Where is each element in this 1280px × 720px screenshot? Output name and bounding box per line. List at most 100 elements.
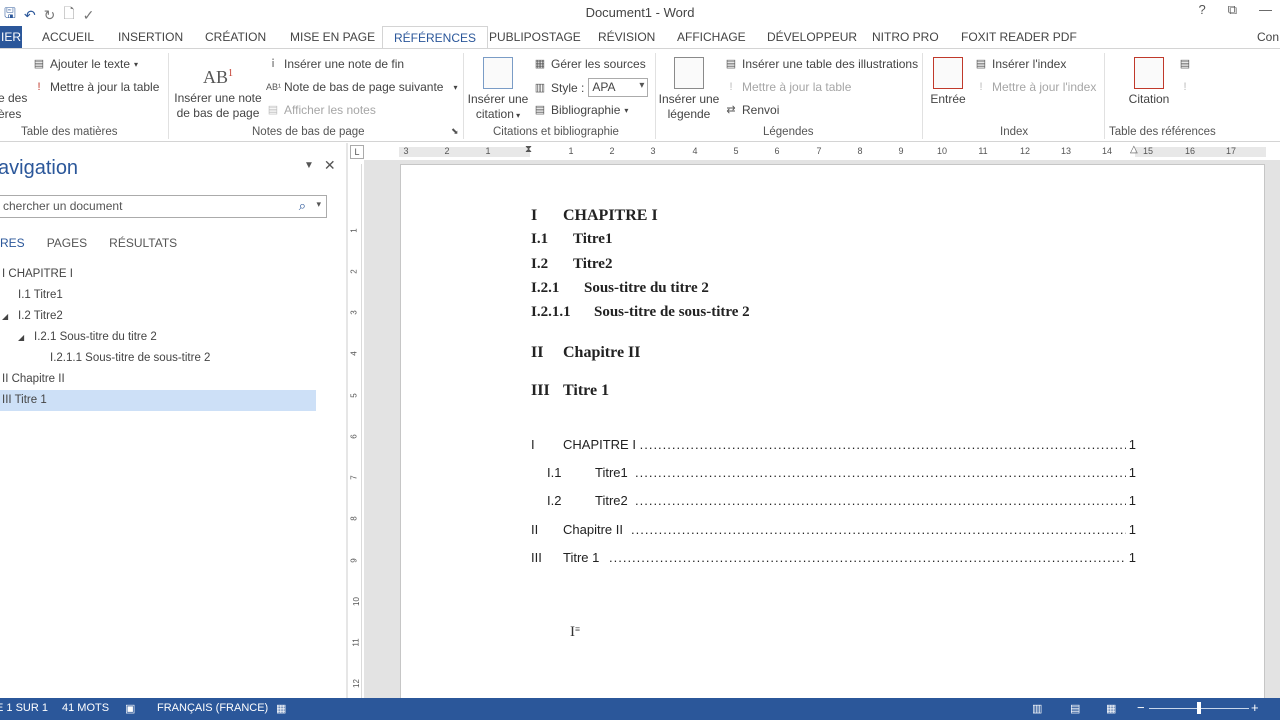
style-dropdown[interactable]: APA (588, 78, 649, 97)
update-toc-button[interactable]: ! Mettre à jour la table (32, 80, 159, 94)
nav-heading-item[interactable]: I.2.1.1 Sous-titre de sous-titre 2 (0, 348, 316, 369)
close-icon[interactable]: ✕ (324, 157, 336, 174)
help-icon[interactable]: ? (1198, 2, 1205, 18)
nav-tab-results[interactable]: RÉSULTATS (109, 236, 177, 250)
web-layout-icon[interactable]: ▦ (1106, 702, 1116, 715)
right-indent-marker-icon[interactable]: △ (1130, 144, 1138, 155)
tab-mise-en-page[interactable]: MISE EN PAGE (290, 26, 375, 49)
vertical-ruler[interactable]: 1 2 3 4 5 6 7 8 9 10 11 12 (350, 164, 362, 698)
tab-creation[interactable]: CRÉATION (205, 26, 266, 49)
mark-citation-button[interactable]: Citation (1124, 57, 1174, 107)
word-count[interactable]: 41 MOTS (62, 702, 109, 714)
toc-number: I.2 (547, 493, 562, 508)
nav-heading-item[interactable]: ◢ I.2.1 Sous-titre du titre 2 (0, 327, 316, 348)
macro-record-icon[interactable]: ▦ (276, 702, 286, 715)
style-selector[interactable]: ▥ Style : APA (533, 78, 649, 97)
tab-references[interactable]: RÉFÉRENCES (382, 26, 489, 49)
toc-entry[interactable]: III ....................................… (531, 550, 1136, 568)
toc-entry[interactable]: II .....................................… (531, 522, 1136, 540)
ruler-number: 1 (568, 146, 574, 156)
search-icon[interactable]: ⌕ (299, 198, 306, 214)
update-table-figures-button[interactable]: ! Mettre à jour la table (724, 80, 851, 94)
show-notes-button[interactable]: ▤ Afficher les notes (266, 103, 376, 117)
add-text-button[interactable]: ▤ Ajouter le texte ▾ (32, 57, 138, 71)
insert-endnote-button[interactable]: ⅰ Insérer une note de fin (266, 57, 404, 71)
toc-number: III (531, 550, 542, 565)
heading-1[interactable]: I CHAPITRE I (531, 207, 658, 225)
nav-heading-item[interactable]: ◢ I.2 Titre2 (0, 306, 316, 327)
heading-number: I (531, 207, 538, 224)
print-layout-icon[interactable]: ▤ (1070, 702, 1080, 715)
insert-index-button[interactable]: ▤ Insérer l'index (974, 57, 1067, 71)
heading-1[interactable]: II Chapitre II (531, 344, 641, 362)
tab-insertion[interactable]: INSERTION (118, 26, 183, 49)
nav-tab-headings[interactable]: RES (0, 236, 25, 250)
toc-entry[interactable]: I.1 ....................................… (531, 465, 1136, 483)
tab-accueil[interactable]: ACCUEIL (42, 26, 94, 49)
tab-nitro-pro[interactable]: NITRO PRO (872, 26, 939, 49)
page-count[interactable]: E 1 SUR 1 (0, 702, 48, 714)
tab-foxit-reader[interactable]: FOXIT READER PDF (961, 26, 1077, 49)
nav-heading-item-selected[interactable]: III Titre 1 (0, 390, 316, 411)
update-index-button[interactable]: ! Mettre à jour l'index (974, 80, 1096, 94)
insert-table-authorities-button[interactable]: ▤ (1178, 57, 1192, 71)
heading-2[interactable]: I.2 Titre2 (531, 256, 612, 273)
tab-publipostage[interactable]: PUBLIPOSTAGE (489, 26, 581, 49)
tab-revision[interactable]: RÉVISION (598, 26, 655, 49)
nav-heading-item[interactable]: I.1 Titre1 (0, 285, 316, 306)
toc-entry[interactable]: I.2 ....................................… (531, 493, 1136, 511)
heading-2[interactable]: I.1 Titre1 (531, 231, 612, 248)
insert-caption-button[interactable]: Insérer une légende (658, 57, 720, 122)
nav-search-input[interactable]: chercher un document ⌕ ▾ (0, 195, 327, 218)
pane-splitter[interactable] (346, 143, 348, 698)
toc-button-partial2[interactable]: ères (0, 107, 21, 121)
ruler-number: 16 (1184, 146, 1196, 156)
tab-developpeur[interactable]: DÉVELOPPEUR (767, 26, 857, 49)
language-indicator[interactable]: FRANÇAIS (FRANCE) (157, 702, 268, 714)
ruler-number: 6 (349, 434, 359, 439)
chevron-down-icon[interactable]: ▾ (316, 199, 321, 210)
tab-selector-icon[interactable]: L (350, 145, 364, 159)
insert-footnote-label-2: de bas de page (176, 106, 260, 120)
read-mode-icon[interactable]: ▥ (1032, 702, 1042, 715)
manage-sources-button[interactable]: ▦ Gérer les sources (533, 57, 646, 71)
dialog-launcher-icon[interactable]: ⬊ (451, 126, 459, 137)
insert-footnote-button[interactable]: AB1 Insérer une note de bas de page (174, 57, 262, 121)
heading-4[interactable]: I.2.1.1 Sous-titre de sous-titre 2 (531, 304, 750, 321)
toc-button-partial1[interactable]: e des (0, 91, 27, 105)
bibliography-button[interactable]: ▤ Bibliographie ▾ (533, 103, 629, 117)
nav-tabs: RES PAGES RÉSULTATS (0, 236, 177, 250)
nav-tab-pages[interactable]: PAGES (47, 236, 87, 250)
zoom-slider-thumb[interactable] (1197, 702, 1201, 714)
group-label-citations: Citations et bibliographie (493, 126, 619, 138)
tab-file[interactable]: IER (0, 26, 22, 49)
insert-table-figures-button[interactable]: ▤ Insérer une table des illustrations (724, 57, 918, 71)
zoom-out-icon[interactable]: − (1137, 700, 1145, 715)
heading-3[interactable]: I.2.1 Sous-titre du titre 2 (531, 280, 709, 297)
insert-citation-label-2: citation (475, 107, 514, 121)
chevron-down-icon[interactable]: ▼ (304, 157, 314, 174)
sign-in-link[interactable]: Con (1257, 26, 1279, 49)
minimize-icon[interactable]: — (1259, 2, 1272, 18)
ruler-number: 2 (444, 146, 450, 156)
heading-1[interactable]: III Titre 1 (531, 382, 609, 400)
document-page[interactable]: I CHAPITRE I I.1 Titre1 I.2 Titre2 I.2.1 Sou… (400, 164, 1265, 704)
indent-marker-icon[interactable]: ⧗ (525, 144, 532, 155)
document-canvas[interactable]: I CHAPITRE I I.1 Titre1 I.2 Titre2 I.2.1 Sou… (364, 160, 1280, 704)
zoom-in-icon[interactable]: + (1251, 700, 1259, 715)
cross-reference-button[interactable]: ⇄ Renvoi (724, 103, 779, 117)
expand-triangle-icon[interactable]: ◢ (18, 327, 24, 348)
horizontal-ruler[interactable]: 3 2 1 ⧗ 1 2 3 4 5 6 7 8 9 10 11 12 13 14… (399, 144, 1266, 157)
tab-affichage[interactable]: AFFICHAGE (677, 26, 746, 49)
toc-entry[interactable]: I ......................................… (531, 437, 1136, 455)
update-table-authorities-button[interactable]: ! (1178, 80, 1192, 94)
ribbon-display-icon[interactable]: ⧉ (1228, 2, 1237, 18)
expand-triangle-icon[interactable]: ◢ (2, 306, 8, 327)
insert-citation-button[interactable]: Insérer une citation ▾ (467, 57, 529, 123)
next-footnote-button[interactable]: AB¹ Note de bas de page suivante ▾ (266, 80, 457, 94)
proofing-icon[interactable]: ▣ (125, 702, 135, 715)
mark-entry-button[interactable]: Entrée (926, 57, 970, 107)
nav-heading-item[interactable]: II Chapitre II (0, 369, 316, 390)
nav-heading-item[interactable]: I CHAPITRE I (0, 264, 316, 285)
update-table-figures-label: Mettre à jour la table (742, 80, 852, 94)
